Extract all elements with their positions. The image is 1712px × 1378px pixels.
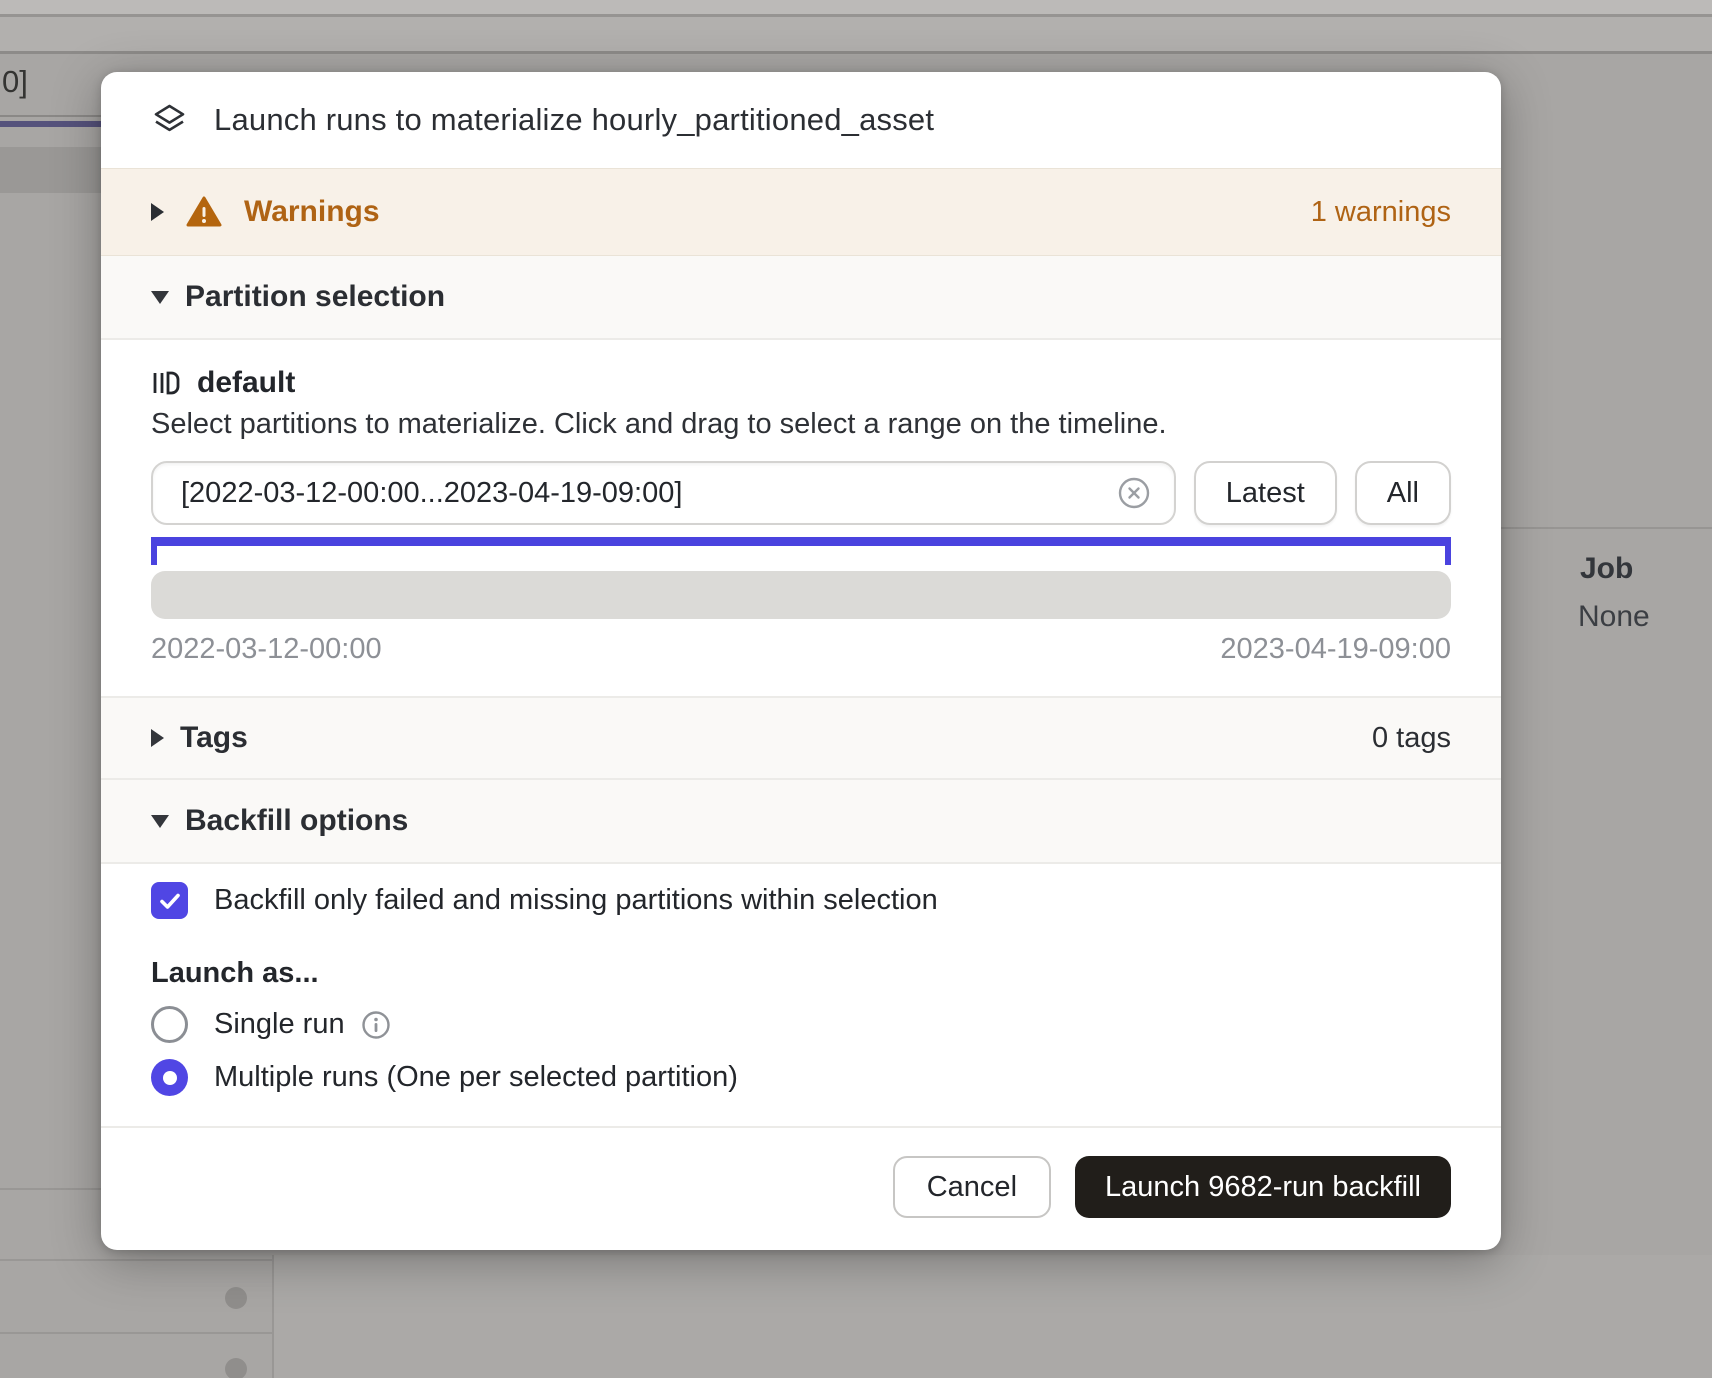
- background-table-row-divider: [1501, 527, 1712, 529]
- single-run-label: Single run: [214, 1008, 345, 1041]
- radio-checked-icon[interactable]: [151, 1059, 188, 1096]
- background-table-row-divider: [0, 1188, 101, 1190]
- launch-as-label: Launch as...: [151, 957, 1451, 990]
- tags-count: 0 tags: [1372, 722, 1451, 755]
- warnings-label: Warnings: [244, 195, 380, 229]
- backfill-only-failed-checkbox-row[interactable]: Backfill only failed and missing partiti…: [151, 882, 1451, 919]
- launch-backfill-dialog: Launch runs to materialize hourly_partit…: [101, 72, 1501, 1250]
- partition-timeline[interactable]: [151, 571, 1451, 619]
- cancel-button[interactable]: Cancel: [893, 1156, 1051, 1218]
- multiple-runs-label: Multiple runs (One per selected partitio…: [214, 1061, 738, 1094]
- partition-selection-content: default Select partitions to materialize…: [101, 340, 1501, 696]
- tags-header: Tags: [180, 721, 248, 755]
- background-divider: [0, 51, 1712, 54]
- chevron-down-icon: [151, 815, 169, 828]
- backfill-options-header: Backfill options: [185, 804, 408, 838]
- background-table-row-divider: [0, 1259, 272, 1261]
- single-run-option[interactable]: Single run: [151, 1006, 1451, 1043]
- launch-backfill-button[interactable]: Launch 9682-run backfill: [1075, 1156, 1451, 1218]
- status-dot-icon: [225, 1358, 247, 1378]
- warnings-section-toggle[interactable]: Warnings 1 warnings: [101, 168, 1501, 256]
- chevron-right-icon: [151, 203, 164, 221]
- background-job-value: None: [1578, 600, 1650, 634]
- partition-dimension-name: default: [197, 366, 295, 400]
- background-job-column-header: Job: [1580, 552, 1633, 586]
- dialog-title: Launch runs to materialize hourly_partit…: [214, 102, 934, 138]
- background-toolbar-band: [0, 17, 1712, 51]
- dialog-header: Launch runs to materialize hourly_partit…: [101, 72, 1501, 168]
- all-button[interactable]: All: [1355, 461, 1451, 525]
- clear-input-icon[interactable]: [1116, 475, 1152, 511]
- checkbox-checked-icon[interactable]: [151, 882, 188, 919]
- background-table-row-divider: [0, 1332, 272, 1334]
- chevron-right-icon: [151, 729, 164, 747]
- range-end-handle[interactable]: [1445, 537, 1451, 565]
- radio-unchecked-icon[interactable]: [151, 1006, 188, 1043]
- background-table-cell-area: [274, 1255, 1712, 1378]
- info-icon[interactable]: [361, 1010, 391, 1040]
- partition-selection-section-toggle[interactable]: Partition selection: [101, 256, 1501, 340]
- multiple-runs-option[interactable]: Multiple runs (One per selected partitio…: [151, 1059, 1451, 1096]
- tags-section-toggle[interactable]: Tags 0 tags: [101, 696, 1501, 780]
- background-partial-input-text: 0]: [2, 64, 28, 100]
- checkbox-label: Backfill only failed and missing partiti…: [214, 884, 938, 917]
- partition-range-input[interactable]: [181, 477, 1116, 510]
- range-start-handle[interactable]: [151, 537, 157, 565]
- partition-range-input-container: [151, 461, 1176, 525]
- partition-selection-header: Partition selection: [185, 280, 445, 314]
- backfill-options-section-toggle[interactable]: Backfill options: [101, 780, 1501, 864]
- timeline-start-label: 2022-03-12-00:00: [151, 633, 382, 666]
- backfill-options-content: Backfill only failed and missing partiti…: [101, 864, 1501, 1096]
- partition-dimension-icon: [151, 368, 181, 398]
- range-selection-bar: [151, 537, 1451, 546]
- warnings-count: 1 warnings: [1311, 196, 1451, 229]
- status-dot-icon: [225, 1287, 247, 1309]
- partition-range-selection-indicator: [151, 537, 1451, 567]
- asset-layers-icon: [151, 102, 188, 139]
- latest-button[interactable]: Latest: [1194, 461, 1337, 525]
- warning-triangle-icon: [186, 196, 222, 228]
- partition-selection-description: Select partitions to materialize. Click …: [151, 408, 1451, 441]
- timeline-end-label: 2023-04-19-09:00: [1220, 633, 1451, 666]
- dialog-footer: Cancel Launch 9682-run backfill: [101, 1126, 1501, 1250]
- background-top-band: [0, 0, 1712, 14]
- chevron-down-icon: [151, 291, 169, 304]
